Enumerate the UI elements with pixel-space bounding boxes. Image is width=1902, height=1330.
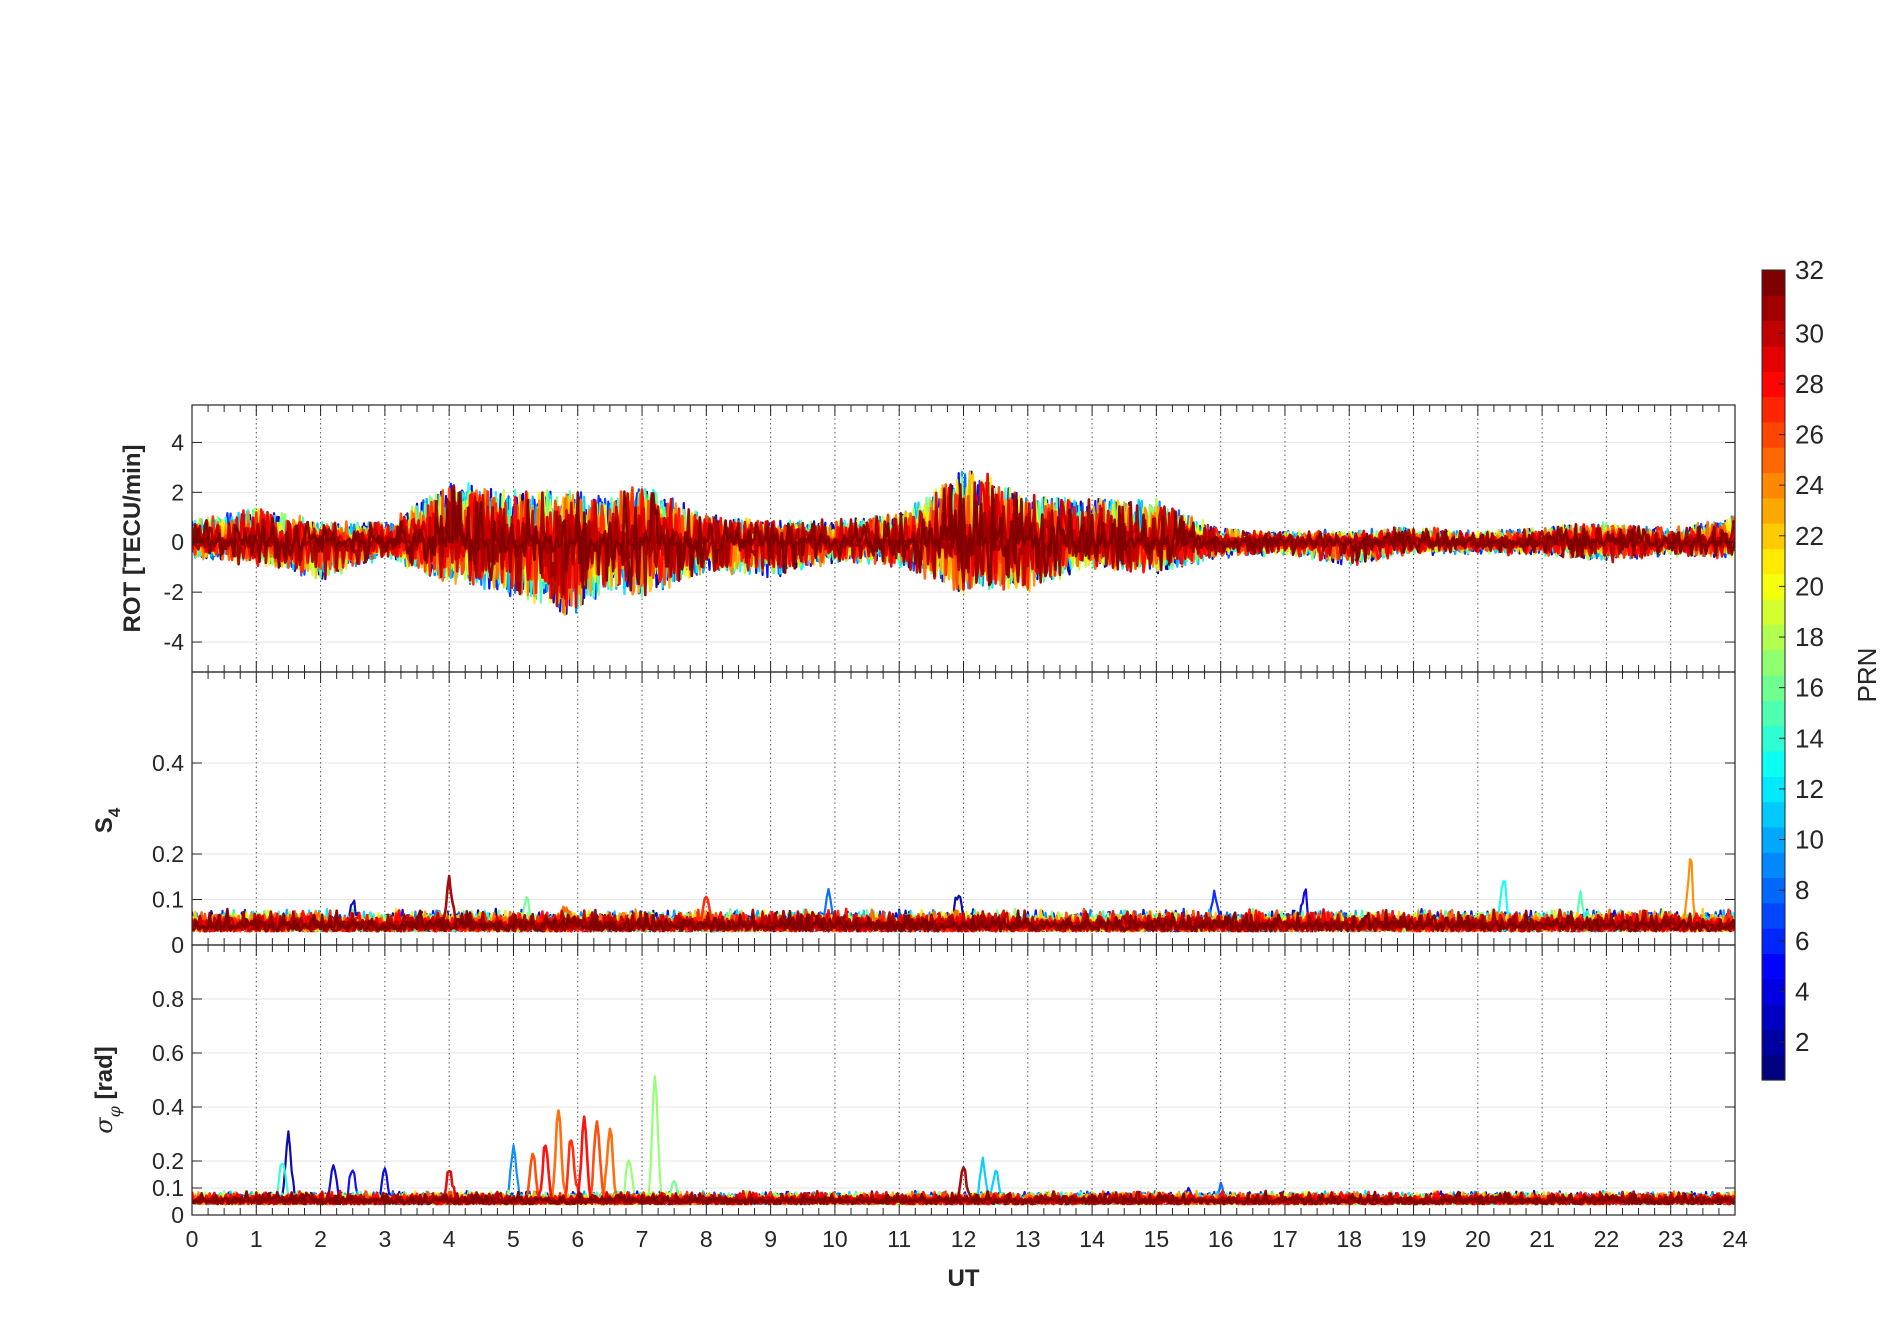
colorbar-tick-label: 24 (1795, 470, 1824, 500)
colorbar-tick-label: 4 (1795, 976, 1809, 1006)
y-tick-label: 0.1 (152, 887, 184, 913)
colorbar-swatch (1762, 1054, 1785, 1081)
x-tick-label: 9 (764, 1226, 777, 1252)
x-tick-label: 24 (1722, 1226, 1748, 1252)
colorbar-tick-label: 8 (1795, 875, 1809, 905)
y-tick-label: 0.1 (152, 1175, 184, 1201)
colorbar-tick-label: 2 (1795, 1027, 1809, 1057)
y-tick-label: 0.2 (152, 841, 184, 867)
colorbar-swatch (1762, 396, 1785, 423)
x-tick-label: 0 (186, 1226, 199, 1252)
colorbar-swatch (1762, 548, 1785, 575)
x-tick-label: 14 (1079, 1226, 1105, 1252)
colorbar-swatch (1762, 599, 1785, 625)
colorbar-swatch (1762, 953, 1785, 980)
y-axis-label: ROT [TECU/min] (119, 445, 146, 633)
x-tick-label: 12 (951, 1226, 977, 1252)
x-tick-label: 16 (1208, 1226, 1234, 1252)
colorbar-swatch (1762, 1004, 1785, 1030)
colorbar-swatch (1762, 852, 1785, 879)
y-tick-label: 0.8 (152, 986, 184, 1012)
colorbar-swatch (1762, 497, 1785, 524)
x-tick-label: 13 (1015, 1226, 1041, 1252)
x-tick-label: 20 (1465, 1226, 1491, 1252)
colorbar-swatch (1762, 270, 1785, 296)
x-tick-label: 5 (507, 1226, 520, 1252)
y-tick-label: 0 (171, 529, 184, 555)
colorbar-tick-label: 16 (1795, 673, 1824, 703)
colorbar-swatch (1762, 649, 1785, 676)
y-tick-label: 0.2 (152, 1148, 184, 1174)
y-tick-label: 2 (171, 479, 184, 505)
x-tick-label: 21 (1529, 1226, 1555, 1252)
colorbar-tick-label: 32 (1795, 255, 1824, 285)
colorbar-tick-label: 20 (1795, 571, 1824, 601)
colorbar-tick-label: 14 (1795, 723, 1824, 753)
y-tick-label: 0.4 (152, 1094, 184, 1120)
colorbar-tick-label: 26 (1795, 420, 1824, 450)
y-tick-label: -2 (164, 579, 184, 605)
x-tick-label: 17 (1272, 1226, 1298, 1252)
colorbar-swatch (1762, 801, 1785, 828)
colorbar-swatch (1762, 902, 1785, 929)
x-tick-label: 8 (700, 1226, 713, 1252)
x-tick-label: 1 (250, 1226, 263, 1252)
x-tick-label: 10 (822, 1226, 848, 1252)
x-tick-label: 6 (571, 1226, 584, 1252)
figure: -4-2024ROT [TECU/min]00.10.20.4S400.10.2… (0, 0, 1902, 1330)
colorbar-tick-label: 18 (1795, 622, 1824, 652)
x-tick-label: 7 (636, 1226, 649, 1252)
y-tick-label: 0.6 (152, 1040, 184, 1066)
colorbar-swatch (1762, 700, 1785, 727)
colorbar-tick-label: 28 (1795, 369, 1824, 399)
x-tick-label: 11 (887, 1226, 911, 1252)
y-tick-label: -4 (164, 629, 185, 655)
x-tick-label: 19 (1401, 1226, 1427, 1252)
x-tick-label: 3 (378, 1226, 391, 1252)
x-tick-label: 18 (1336, 1226, 1362, 1252)
x-tick-label: 15 (1144, 1226, 1170, 1252)
colorbar-tick-label: 12 (1795, 774, 1824, 804)
figure-background (0, 0, 1902, 1330)
colorbar-swatch (1762, 447, 1785, 474)
colorbar-swatch (1762, 295, 1785, 322)
colorbar-swatch (1762, 750, 1785, 777)
colorbar-swatch (1762, 345, 1785, 372)
colorbar-tick-label: 6 (1795, 926, 1809, 956)
colorbar-tick-label: 10 (1795, 825, 1824, 855)
colorbar-tick-label: 30 (1795, 318, 1824, 348)
y-tick-label: 4 (171, 429, 184, 455)
colorbar-label: PRN (1852, 648, 1882, 703)
x-tick-label: 22 (1594, 1226, 1620, 1252)
y-tick-label: 0 (171, 932, 184, 958)
x-tick-label: 23 (1658, 1226, 1684, 1252)
x-tick-label: 4 (443, 1226, 456, 1252)
y-tick-label: 0 (171, 1202, 184, 1228)
y-tick-label: 0.4 (152, 750, 184, 776)
x-tick-label: 2 (314, 1226, 327, 1252)
x-axis-label: UT (948, 1265, 980, 1292)
colorbar-tick-label: 22 (1795, 521, 1824, 551)
